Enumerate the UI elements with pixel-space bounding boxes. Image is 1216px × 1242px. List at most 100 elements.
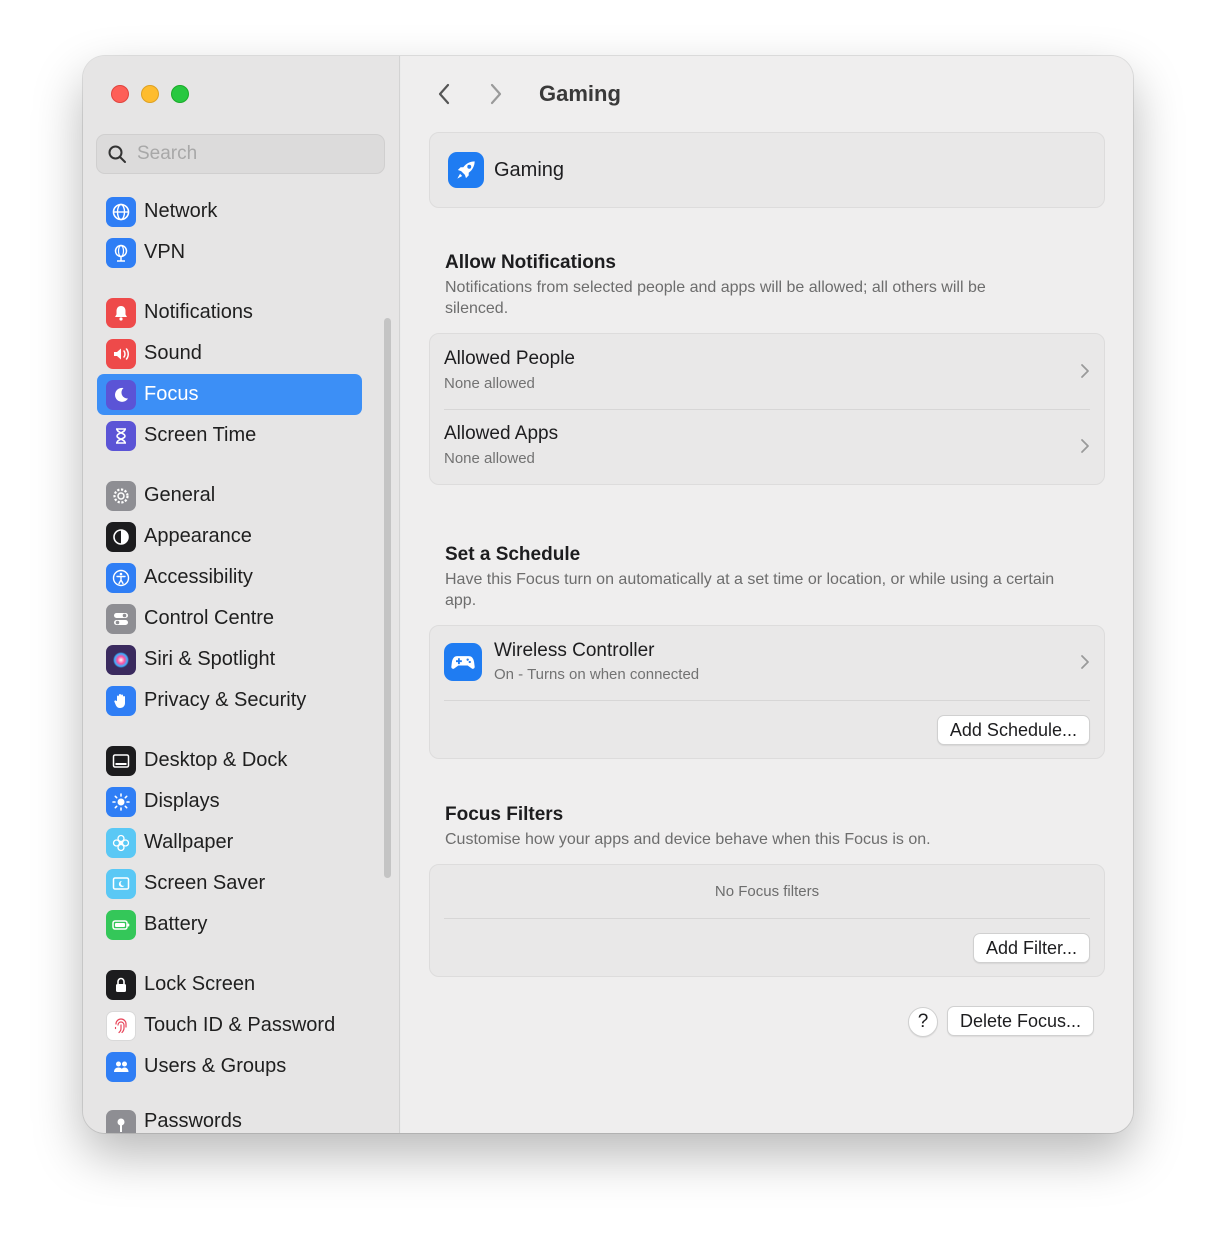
sidebar-item-network[interactable]: Network: [97, 191, 362, 232]
toolbar: Gaming: [431, 78, 621, 110]
sidebar-item-screen-saver[interactable]: Screen Saver: [97, 863, 362, 904]
schedule-card: Wireless Controller On - Turns on when c…: [429, 625, 1105, 759]
wireless-controller-row[interactable]: Wireless Controller On - Turns on when c…: [430, 626, 1104, 700]
focus-name: Gaming: [494, 158, 565, 181]
allowed-people-row[interactable]: Allowed People None allowed: [430, 334, 1104, 409]
sidebar-item-label: Touch ID & Password: [144, 1014, 336, 1036]
schedule-description: Have this Focus turn on automatically at…: [445, 571, 1055, 609]
lock-icon: [106, 969, 136, 1000]
sidebar-item-label: Focus: [144, 383, 199, 405]
add-schedule-button[interactable]: Add Schedule...: [936, 715, 1090, 745]
hand-icon: [106, 685, 136, 716]
chevron-right-icon: [1081, 364, 1089, 378]
sidebar-item-label: Lock Screen: [144, 973, 256, 995]
sidebar-item-touch-id-and-password[interactable]: Touch ID & Password: [97, 1005, 362, 1046]
search-field[interactable]: [96, 134, 385, 174]
chevron-right-icon: [1081, 439, 1089, 453]
wireless-controller-title: Wireless Controller: [494, 640, 655, 661]
filters-card: No Focus filters Add Filter...: [429, 864, 1105, 977]
sidebar-item-label: Battery: [144, 913, 208, 935]
sidebar-item-label: Appearance: [144, 525, 252, 547]
sidebar-item-vpn[interactable]: VPN: [97, 232, 362, 273]
speaker-icon: [106, 338, 136, 369]
moon-icon: [106, 379, 136, 410]
sidebar-item-privacy-and-security[interactable]: Privacy & Security: [97, 680, 362, 721]
allowed-apps-title: Allowed Apps: [444, 423, 559, 444]
divider: [444, 918, 1090, 919]
users-icon: [106, 1051, 136, 1082]
flower-icon: [106, 827, 136, 858]
appearance-icon: [106, 521, 136, 552]
sidebar-scrollbar[interactable]: [384, 318, 391, 878]
sidebar-item-label: Users & Groups: [144, 1055, 287, 1077]
forward-button[interactable]: [483, 79, 509, 109]
hourglass-icon: [106, 420, 136, 451]
search-input[interactable]: [137, 143, 367, 165]
sidebar-item-control-centre[interactable]: Control Centre: [97, 598, 362, 639]
siri-icon: [106, 644, 136, 675]
no-filters-text: No Focus filters: [714, 883, 820, 900]
allowed-people-title: Allowed People: [444, 348, 575, 369]
sidebar: Network VPN Notifications Sound Focus Screen …: [83, 56, 400, 1133]
sidebar-item-desktop-and-dock[interactable]: Desktop & Dock: [97, 740, 362, 781]
toggles-icon: [106, 603, 136, 634]
minimize-window-button[interactable]: [141, 85, 159, 103]
help-button[interactable]: ?: [908, 1007, 938, 1037]
bell-icon: [106, 297, 136, 328]
sidebar-item-focus[interactable]: Focus: [97, 374, 362, 415]
focus-filters-title: Focus Filters: [445, 804, 564, 825]
sidebar-item-label: Displays: [144, 790, 220, 812]
sun-icon: [106, 786, 136, 817]
sidebar-item-siri-and-spotlight[interactable]: Siri & Spotlight: [97, 639, 362, 680]
chevron-left-icon: [438, 83, 450, 105]
sidebar-item-passwords[interactable]: Passwords: [97, 1106, 362, 1133]
focus-header-card: Gaming: [429, 132, 1105, 208]
focus-filters-description: Customise how your apps and device behav…: [445, 831, 931, 848]
sidebar-item-label: Siri & Spotlight: [144, 648, 276, 670]
allowed-apps-subtitle: None allowed: [444, 450, 535, 467]
fingerprint-icon: [106, 1010, 136, 1041]
dock-icon: [106, 745, 136, 776]
back-button[interactable]: [431, 79, 457, 109]
close-window-button[interactable]: [111, 85, 129, 103]
key-icon: [106, 1110, 136, 1133]
chevron-right-icon: [1081, 655, 1089, 669]
sidebar-item-accessibility[interactable]: Accessibility: [97, 557, 362, 598]
sidebar-item-notifications[interactable]: Notifications: [97, 292, 362, 333]
sidebar-item-label: Screen Time: [144, 424, 257, 446]
sidebar-item-wallpaper[interactable]: Wallpaper: [97, 822, 362, 863]
sidebar-item-battery[interactable]: Battery: [97, 904, 362, 945]
delete-focus-button[interactable]: Delete Focus...: [947, 1006, 1095, 1036]
zoom-window-button[interactable]: [171, 85, 189, 103]
divider: [444, 700, 1090, 701]
sidebar-item-label: Control Centre: [144, 607, 275, 629]
sidebar-item-label: Accessibility: [144, 566, 253, 588]
sidebar-item-displays[interactable]: Displays: [97, 781, 362, 822]
allowed-card: Allowed People None allowed Allowed Apps…: [429, 333, 1105, 485]
schedule-title: Set a Schedule: [445, 544, 581, 565]
allow-notifications-description: Notifications from selected people and a…: [445, 279, 986, 317]
allowed-apps-row[interactable]: Allowed Apps None allowed: [430, 409, 1104, 484]
sidebar-item-label: Sound: [144, 342, 202, 364]
sidebar-item-sound[interactable]: Sound: [97, 333, 362, 374]
wireless-controller-subtitle: On - Turns on when connected: [494, 666, 700, 683]
sidebar-item-label: Desktop & Dock: [144, 749, 288, 771]
add-filter-button[interactable]: Add Filter...: [972, 933, 1090, 963]
sidebar-item-general[interactable]: General: [97, 475, 362, 516]
sidebar-item-screen-time[interactable]: Screen Time: [97, 415, 362, 456]
sidebar-item-label: Wallpaper: [144, 831, 234, 853]
globe-icon: [106, 196, 136, 227]
game-controller-icon: [444, 643, 482, 681]
sidebar-item-users-and-groups[interactable]: Users & Groups: [97, 1046, 362, 1087]
settings-window: Network VPN Notifications Sound Focus Screen …: [83, 56, 1133, 1133]
sidebar-item-label: VPN: [144, 241, 186, 263]
chevron-right-icon: [490, 83, 502, 105]
main-content: Gaming Gaming Allow Notifications Notifi…: [401, 56, 1133, 1133]
sidebar-item-appearance[interactable]: Appearance: [97, 516, 362, 557]
sidebar-item-lock-screen[interactable]: Lock Screen: [97, 964, 362, 1005]
